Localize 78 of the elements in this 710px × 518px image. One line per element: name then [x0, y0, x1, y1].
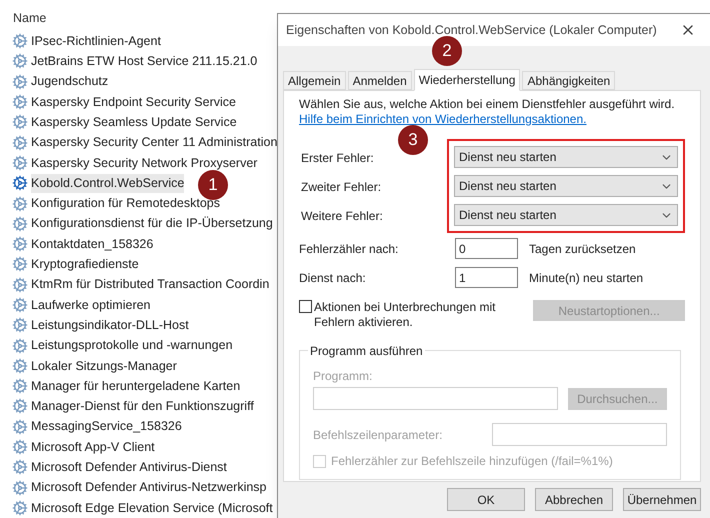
- tab[interactable]: Anmelden: [348, 71, 412, 90]
- gear-icon: [12, 154, 28, 171]
- dialog-button[interactable]: Abbrechen: [535, 488, 613, 511]
- gear-icon: [12, 216, 28, 232]
- service-name[interactable]: Laufwerke optimieren: [31, 296, 151, 314]
- dropdown-value: Dienst neu starten: [459, 207, 556, 224]
- action-dropdown[interactable]: Dienst neu starten: [454, 175, 678, 197]
- dropdown-value: Dienst neu starten: [459, 149, 556, 166]
- service-name[interactable]: Kaspersky Security Network Proxyserver: [31, 154, 258, 172]
- help-link[interactable]: Hilfe beim Einrichten von Wiederherstellungsaktionen.: [299, 112, 685, 127]
- gear-icon: [12, 338, 28, 354]
- checkbox[interactable]: [299, 300, 312, 313]
- action-dropdown[interactable]: Dienst neu starten: [454, 204, 678, 226]
- gear-icon: [12, 175, 28, 192]
- gear-icon: [12, 114, 28, 130]
- window-title: Eigenschaften von Kobold.Control.WebService (Lokaler Computer): [286, 22, 657, 39]
- tab[interactable]: Allgemein: [283, 71, 346, 90]
- gear-icon: [12, 500, 28, 516]
- gear-icon: [12, 256, 28, 272]
- field-label: Dienst nach:: [299, 270, 367, 286]
- unit-text: Minute(n) neu starten: [529, 270, 644, 286]
- intro-text: Wählen Sie aus, welche Aktion bei einem Dienstfehler ausgeführt wird.: [299, 97, 676, 112]
- gear-icon: [12, 236, 28, 252]
- gear-icon: [12, 74, 28, 90]
- number-field[interactable]: 1: [455, 267, 518, 288]
- service-name[interactable]: JetBrains ETW Host Service 211.15.21.0: [31, 52, 258, 71]
- field-label: Fehlerzähler nach:: [299, 240, 400, 258]
- gear-icon: [12, 196, 28, 212]
- gear-icon: [12, 480, 28, 496]
- gear-icon: [12, 53, 28, 70]
- unit-text: Tagen zurücksetzen: [529, 240, 636, 258]
- service-name[interactable]: Microsoft Defender Antivirus-Dienst: [31, 458, 227, 477]
- checkbox-label: Fehlerzähler zur Befehlszeile hinzufügen (/fail=%1%): [331, 453, 613, 470]
- service-name[interactable]: Kaspersky Seamless Update Service: [31, 112, 237, 132]
- field-label: Programm:: [313, 369, 372, 383]
- gear-icon: [12, 33, 28, 50]
- service-name[interactable]: Kobold.Control.WebService: [31, 174, 184, 193]
- service-name[interactable]: Manager-Dienst für den Funktionszugriff: [31, 397, 254, 416]
- gear-icon: [12, 94, 28, 110]
- service-name[interactable]: Leistungsindikator-DLL-Host: [31, 316, 189, 335]
- number-field[interactable]: 0: [455, 238, 518, 259]
- gear-icon: [12, 317, 28, 334]
- service-name[interactable]: Manager für heruntergeladene Karten: [31, 376, 240, 396]
- field-label: Erster Fehler:: [301, 150, 374, 167]
- service-name[interactable]: Microsoft App-V Client: [31, 438, 155, 456]
- service-name[interactable]: IPsec-Richtlinien-Agent: [31, 32, 161, 51]
- field-label: Zweiter Fehler:: [301, 179, 382, 196]
- gear-icon: [12, 439, 28, 456]
- service-name[interactable]: Microsoft Edge Elevation Service (Microsoft: [31, 498, 273, 518]
- dialog-button[interactable]: OK: [447, 488, 525, 511]
- step-marker: 1: [198, 170, 228, 200]
- dialog-button[interactable]: Übernehmen: [623, 488, 701, 511]
- service-name[interactable]: Kryptografiedienste: [31, 255, 139, 274]
- gear-icon: [12, 297, 28, 313]
- service-name[interactable]: Konfigurationsdienst für die IP-Übersetzung: [31, 214, 273, 234]
- service-name[interactable]: Kontaktdaten_158326: [31, 234, 154, 254]
- service-name[interactable]: Leistungsprotokolle und -warnungen: [31, 336, 233, 355]
- gear-icon: [12, 418, 28, 435]
- field-label: Befehlszeilenparameter:: [313, 426, 444, 444]
- tab[interactable]: Wiederherstellung: [414, 69, 520, 91]
- tab[interactable]: Abhängigkeiten: [522, 71, 616, 90]
- service-name[interactable]: MessagingService_158326: [31, 417, 182, 436]
- service-name[interactable]: Microsoft Defender Antivirus-Netzwerkinsp: [31, 478, 266, 498]
- dropdown-value: Dienst neu starten: [459, 178, 556, 195]
- service-name[interactable]: KtmRm für Distributed Transaction Coordin: [31, 275, 270, 294]
- gear-icon: [12, 459, 28, 476]
- checkbox-label: Aktionen bei Unterbrechungen mit Fehlern aktivieren.: [314, 300, 496, 330]
- service-name[interactable]: Kaspersky Security Center 11 Administration: [31, 133, 278, 152]
- service-name[interactable]: Jugendschutz: [31, 72, 108, 92]
- gear-icon: [12, 358, 28, 374]
- gear-icon: [12, 134, 28, 151]
- gear-icon: [12, 378, 28, 394]
- service-name[interactable]: Lokaler Sitzungs-Manager: [31, 356, 177, 376]
- field-label: Weitere Fehler:: [301, 208, 383, 225]
- action-dropdown[interactable]: Dienst neu starten: [454, 146, 678, 168]
- service-name[interactable]: Kaspersky Endpoint Security Service: [31, 92, 236, 112]
- gear-icon: [12, 276, 28, 293]
- gear-icon: [12, 398, 28, 414]
